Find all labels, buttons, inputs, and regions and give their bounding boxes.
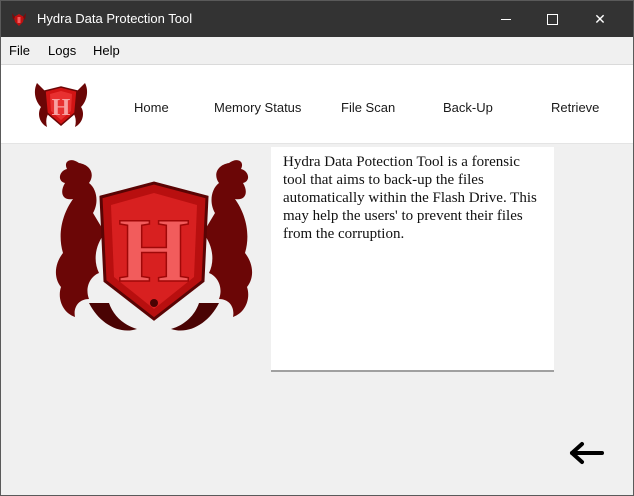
nav-file-scan[interactable]: File Scan: [341, 100, 395, 115]
logo-letter-large: H: [118, 199, 190, 301]
minimize-button[interactable]: [483, 1, 529, 37]
app-window: Hydra Data Protection Tool ✕ File Logs H…: [0, 0, 634, 496]
description-text: Hydra Data Potection Tool is a forensic …: [283, 154, 537, 242]
menu-logs[interactable]: Logs: [48, 43, 76, 58]
hydra-logo-small[interactable]: H: [31, 77, 91, 131]
description-panel: Hydra Data Potection Tool is a forensic …: [271, 147, 554, 372]
hydra-logo-large: H: [55, 160, 253, 331]
close-button[interactable]: ✕: [577, 1, 623, 37]
logo-letter: H: [52, 95, 71, 121]
maximize-button[interactable]: [529, 1, 575, 37]
nav-home[interactable]: Home: [134, 100, 169, 115]
menu-file[interactable]: File: [9, 43, 30, 58]
minimize-icon: [501, 18, 511, 20]
menu-bar: File Logs Help: [1, 37, 633, 65]
window-title: Hydra Data Protection Tool: [37, 11, 193, 26]
hydra-app-icon: [12, 13, 26, 26]
nav-back-up[interactable]: Back-Up: [443, 100, 493, 115]
maximize-icon: [546, 13, 558, 25]
close-icon: ✕: [594, 10, 606, 27]
nav-retrieve[interactable]: Retrieve: [551, 100, 599, 115]
back-arrow-icon[interactable]: [569, 441, 605, 465]
menu-help[interactable]: Help: [93, 43, 120, 58]
title-bar[interactable]: Hydra Data Protection Tool ✕: [1, 1, 633, 37]
nav-bar: H Home Memory Status File Scan Back-Up R…: [1, 65, 633, 144]
nav-memory-status[interactable]: Memory Status: [214, 100, 301, 115]
